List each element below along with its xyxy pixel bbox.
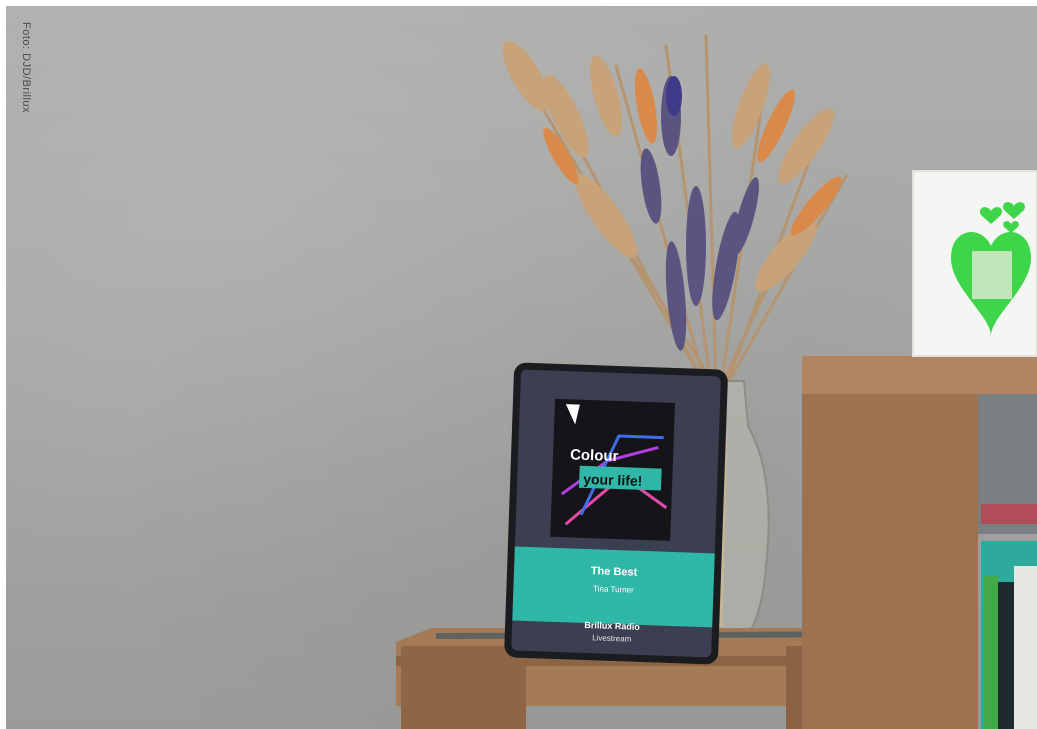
cover-line-1: Colour bbox=[569, 446, 619, 466]
tablet-screen-text: Colour your life! The Best Tina Turner B… bbox=[511, 373, 731, 660]
wooden-shelf bbox=[802, 356, 1037, 729]
heart-frame bbox=[912, 170, 1037, 357]
track-artist: Tina Turner bbox=[592, 584, 634, 595]
cover-line-2: your life! bbox=[582, 470, 643, 489]
track-title: The Best bbox=[590, 565, 638, 579]
photo: Foto: DJD/Brillux Colour your life! The … bbox=[6, 6, 1037, 729]
dried-flowers bbox=[502, 34, 848, 388]
